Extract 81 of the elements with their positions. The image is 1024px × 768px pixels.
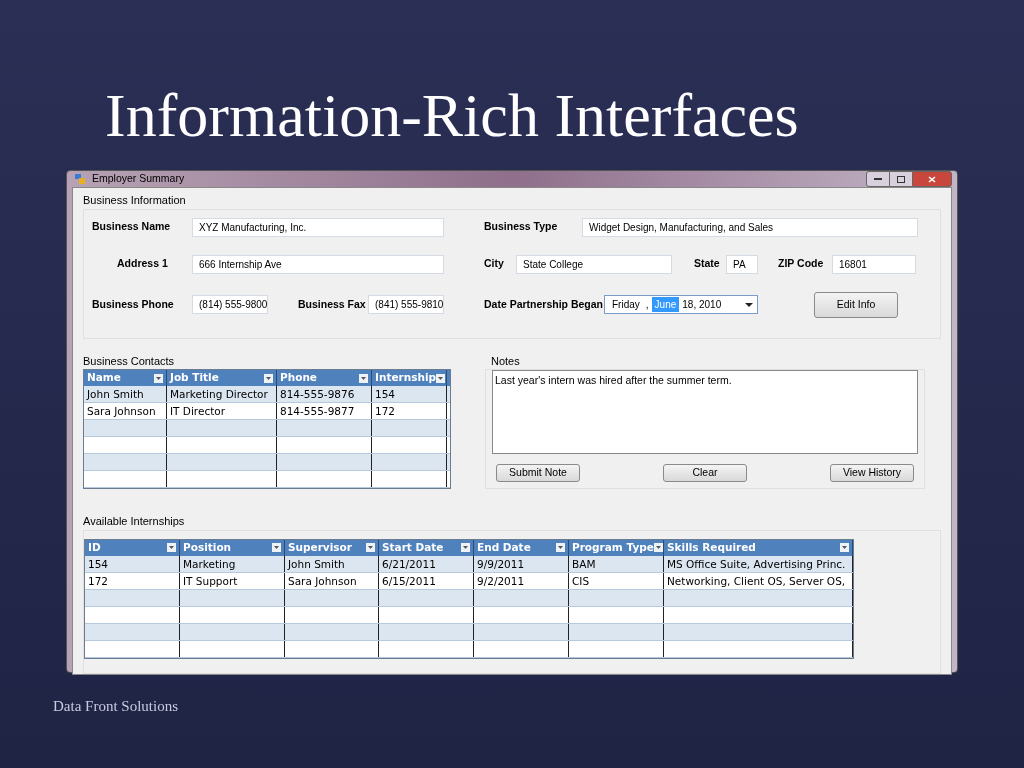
field-label: Business Fax (298, 296, 367, 312)
table-cell: IT Director (167, 403, 277, 419)
table-cell: Marketing (180, 555, 285, 572)
field-label: State (694, 256, 721, 272)
edit-info-button[interactable]: Edit Info (814, 291, 898, 318)
column-header[interactable]: Supervisor (285, 539, 379, 556)
close-icon (928, 175, 936, 183)
table-cell: 814-555-9876 (277, 386, 372, 402)
text-field[interactable]: 666 Internship Ave (192, 254, 444, 274)
dropdown-arrow-icon[interactable] (359, 373, 368, 383)
maximize-button[interactable] (890, 171, 912, 187)
column-header[interactable]: Program Type (569, 539, 664, 556)
table-cell: IT Support (180, 572, 285, 589)
date-segment[interactable]: Friday (609, 297, 643, 312)
minimize-button[interactable] (866, 171, 890, 187)
column-header[interactable]: Start Date (379, 539, 474, 556)
table-cell: MS Office Suite, Advertising Princ. (664, 555, 853, 572)
table-cell: Networking, Client OS, Server OS, (664, 572, 853, 589)
text-field[interactable]: 16801 (832, 254, 916, 274)
dropdown-arrow-icon[interactable] (556, 543, 565, 552)
field-label: Business Phone (92, 296, 175, 312)
table-cell: John Smith (285, 555, 379, 572)
dropdown-arrow-icon[interactable] (366, 543, 375, 552)
slide-footer: Data Front Solutions (53, 695, 1024, 718)
field-label: ZIP Code (778, 256, 825, 272)
dropdown-arrow-icon[interactable] (461, 543, 470, 552)
notes-field[interactable]: Last year's intern was hired after the summer term. (492, 370, 918, 454)
action-button[interactable]: Submit Note (496, 464, 580, 482)
column-header[interactable]: End Date (474, 539, 569, 556)
dropdown-arrow-icon[interactable] (840, 543, 849, 552)
table-cell: 172 (372, 403, 447, 419)
text-field[interactable]: XYZ Manufacturing, Inc. (192, 217, 444, 237)
group-title: Available Internships (83, 514, 186, 529)
slide-title: Information-Rich Interfaces (105, 80, 800, 151)
table-cell: 6/21/2011 (379, 555, 474, 572)
table-cell: 6/15/2011 (379, 572, 474, 589)
field-label: Business Type (484, 219, 559, 235)
table-cell: 154 (372, 386, 447, 402)
dropdown-arrow-icon[interactable] (745, 301, 753, 308)
dropdown-arrow-icon[interactable] (264, 373, 273, 383)
column-header[interactable]: ID (85, 539, 180, 556)
maximize-icon (897, 175, 905, 183)
table-cell: BAM (569, 555, 664, 572)
dropdown-arrow-icon[interactable] (167, 543, 176, 552)
group-title: Notes (491, 353, 521, 369)
dropdown-arrow-icon[interactable] (653, 543, 663, 552)
date-segment[interactable]: , (642, 297, 652, 312)
text-field[interactable]: PA (726, 254, 758, 274)
table-cell: John Smith (84, 386, 167, 402)
table-cell: Marketing Director (167, 386, 277, 402)
dropdown-arrow-icon[interactable] (436, 373, 446, 383)
dropdown-arrow-icon[interactable] (154, 373, 163, 383)
date-segment[interactable]: 18, 2010 (679, 297, 725, 312)
field-label: Business Name (92, 219, 172, 235)
table-cell: 814-555-9877 (277, 403, 372, 419)
table-cell: CIS (569, 572, 664, 589)
dropdown-arrow-icon[interactable] (272, 543, 281, 552)
minimize-icon (874, 177, 882, 181)
text-field[interactable]: State College (516, 254, 672, 274)
field-label: Date Partnership Began (484, 296, 604, 312)
column-header[interactable]: Skills Required (664, 539, 853, 556)
text-field[interactable]: Widget Design, Manufacturing, and Sales (582, 217, 918, 237)
close-button[interactable] (912, 171, 952, 187)
date-picker[interactable]: Friday , June 18, 2010 (604, 295, 758, 314)
table-cell: 172 (85, 572, 180, 589)
table-cell: 9/9/2011 (474, 555, 569, 572)
action-button[interactable]: View History (830, 464, 914, 482)
field-label: City (484, 256, 505, 272)
group-title: Business Contacts (83, 353, 176, 369)
field-label: Address 1 (117, 256, 169, 272)
table-cell: Sara Johnson (84, 403, 167, 419)
app-icon (74, 173, 86, 185)
text-field[interactable]: (841) 555-9810 (368, 295, 444, 314)
table-cell: Sara Johnson (285, 572, 379, 589)
table-cell: 9/2/2011 (474, 572, 569, 589)
column-header[interactable]: Position (180, 539, 285, 556)
text-field[interactable]: (814) 555-9800 (192, 295, 268, 314)
table-cell: 154 (85, 555, 180, 572)
window-title: Employer Summary (92, 171, 185, 187)
group-title: Business Information (83, 193, 187, 208)
action-button[interactable]: Clear (663, 464, 747, 482)
